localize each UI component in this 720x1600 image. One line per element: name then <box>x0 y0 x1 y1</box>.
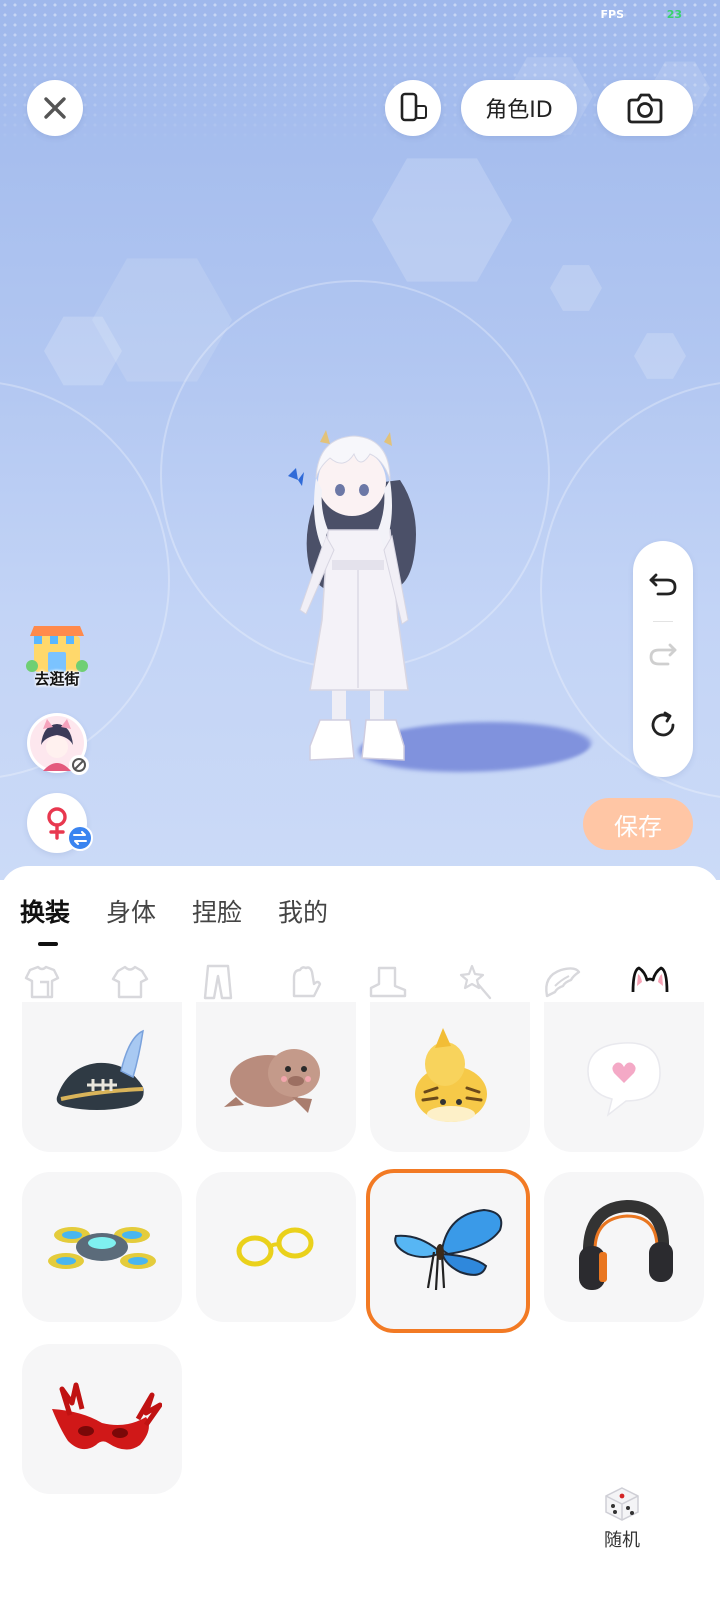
tab-face[interactable]: 捏脸 <box>192 893 242 933</box>
reset-icon <box>651 711 675 737</box>
item-card-drone[interactable] <box>22 1172 182 1322</box>
swap-icon <box>67 825 93 851</box>
gender-switch-button[interactable] <box>27 793 93 853</box>
scene-hexagon <box>550 265 602 311</box>
fps-label: FPS <box>600 8 625 21</box>
go-shopping-label: 去逛街 <box>34 670 80 688</box>
role-id-button[interactable]: 角色ID <box>461 80 577 136</box>
category-gloves[interactable] <box>282 960 326 1004</box>
item-card-tiger-cat[interactable] <box>370 1002 530 1152</box>
tab-outfit[interactable]: 换装 <box>20 893 70 933</box>
item-card-seal[interactable] <box>196 1002 356 1152</box>
pants-icon <box>203 964 233 1000</box>
magic-wand-icon <box>459 964 492 1000</box>
camera-icon <box>627 93 663 124</box>
category-pants[interactable] <box>196 960 240 1004</box>
tiger-cat-plush-icon <box>415 1028 487 1122</box>
camera-button[interactable] <box>597 80 693 136</box>
hidden-badge-icon <box>69 755 89 775</box>
drone-icon <box>48 1227 156 1269</box>
pirate-hat-icon <box>56 1029 144 1110</box>
blue-butterfly-icon <box>394 1208 503 1291</box>
scene-ring <box>0 380 170 780</box>
shoe-icon <box>369 966 407 998</box>
glove-icon <box>292 966 322 998</box>
category-headwear[interactable] <box>628 960 672 1004</box>
category-row <box>0 960 720 1008</box>
yellow-glasses-icon <box>236 1227 314 1267</box>
redo-icon <box>649 643 677 666</box>
dice-icon <box>605 1487 639 1521</box>
avatar-character[interactable] <box>280 420 440 780</box>
category-wings[interactable] <box>540 960 584 1004</box>
fps-value: 23 <box>666 8 682 21</box>
history-divider <box>653 621 673 622</box>
undo-button[interactable] <box>643 563 683 603</box>
close-icon <box>44 97 66 119</box>
role-id-label: 角色ID <box>485 98 553 123</box>
profile-avatar-button[interactable] <box>27 713 89 775</box>
device-switch-button[interactable] <box>385 80 441 136</box>
tab-body[interactable]: 身体 <box>106 893 156 933</box>
tab-mine[interactable]: 我的 <box>278 893 328 933</box>
history-panel <box>633 541 693 777</box>
close-button[interactable] <box>27 80 83 136</box>
reset-button[interactable] <box>643 705 683 745</box>
random-label: 随机 <box>604 1530 640 1551</box>
wardrobe-tabs: 换装 身体 捏脸 我的 <box>20 893 364 933</box>
redo-button[interactable] <box>643 633 683 673</box>
go-shopping-button[interactable]: 去逛街 <box>24 622 90 694</box>
wing-icon <box>545 967 581 998</box>
tab-indicator <box>38 942 58 946</box>
heart-bubble-icon <box>587 1042 661 1117</box>
item-card-butterfly[interactable] <box>366 1169 530 1333</box>
cat-ears-icon <box>631 966 669 993</box>
scene-hexagon <box>634 333 686 379</box>
item-card-glasses[interactable] <box>196 1172 356 1322</box>
category-top[interactable] <box>108 960 152 1004</box>
random-button[interactable]: 随机 <box>590 1486 654 1551</box>
top-icon <box>111 965 149 999</box>
undo-icon <box>649 573 677 596</box>
save-button[interactable]: 保存 <box>583 798 693 850</box>
item-card-heart-bubble[interactable] <box>544 1002 704 1152</box>
headphones-icon <box>579 1199 673 1290</box>
outfit-icon <box>24 965 60 999</box>
scene-hexagon <box>372 158 512 282</box>
category-outfit[interactable] <box>20 960 64 1004</box>
device-switch-icon <box>400 92 427 122</box>
category-shoes[interactable] <box>366 960 410 1004</box>
item-card-pirate-hat[interactable] <box>22 1002 182 1152</box>
item-card-headphones[interactable] <box>544 1172 704 1322</box>
red-antler-mask-icon <box>52 1382 162 1450</box>
category-effects[interactable] <box>454 960 498 1004</box>
item-card-antler-mask[interactable] <box>22 1344 182 1494</box>
seal-plush-icon <box>224 1049 320 1113</box>
